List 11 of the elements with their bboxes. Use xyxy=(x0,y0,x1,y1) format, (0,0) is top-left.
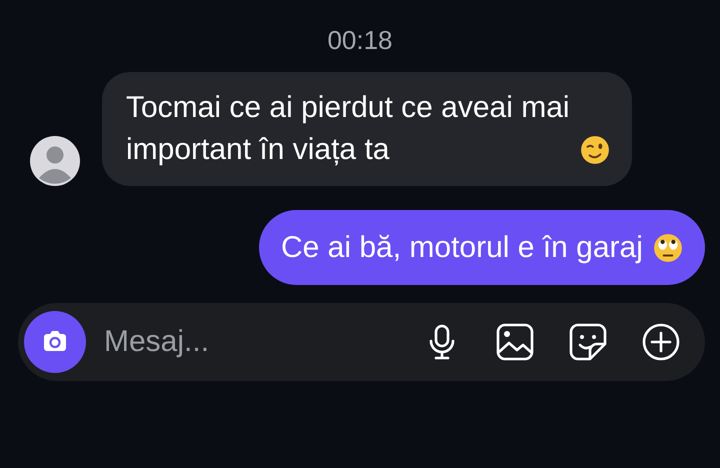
image-icon[interactable] xyxy=(495,322,535,362)
avatar-icon xyxy=(30,136,80,186)
winking-face-icon xyxy=(580,135,610,165)
message-input[interactable]: Mesaj... xyxy=(104,322,389,362)
message-timestamp: 00:18 xyxy=(327,25,393,56)
message-text: Ce ai bă, motorul e în garaj xyxy=(281,230,644,266)
message-text: Tocmai ce ai pierdut ce aveai mai important în viața ta xyxy=(126,90,571,168)
sticker-icon[interactable] xyxy=(568,322,608,362)
add-icon[interactable] xyxy=(641,322,681,362)
eye-roll-face-icon xyxy=(653,233,683,263)
camera-button[interactable] xyxy=(24,311,86,373)
